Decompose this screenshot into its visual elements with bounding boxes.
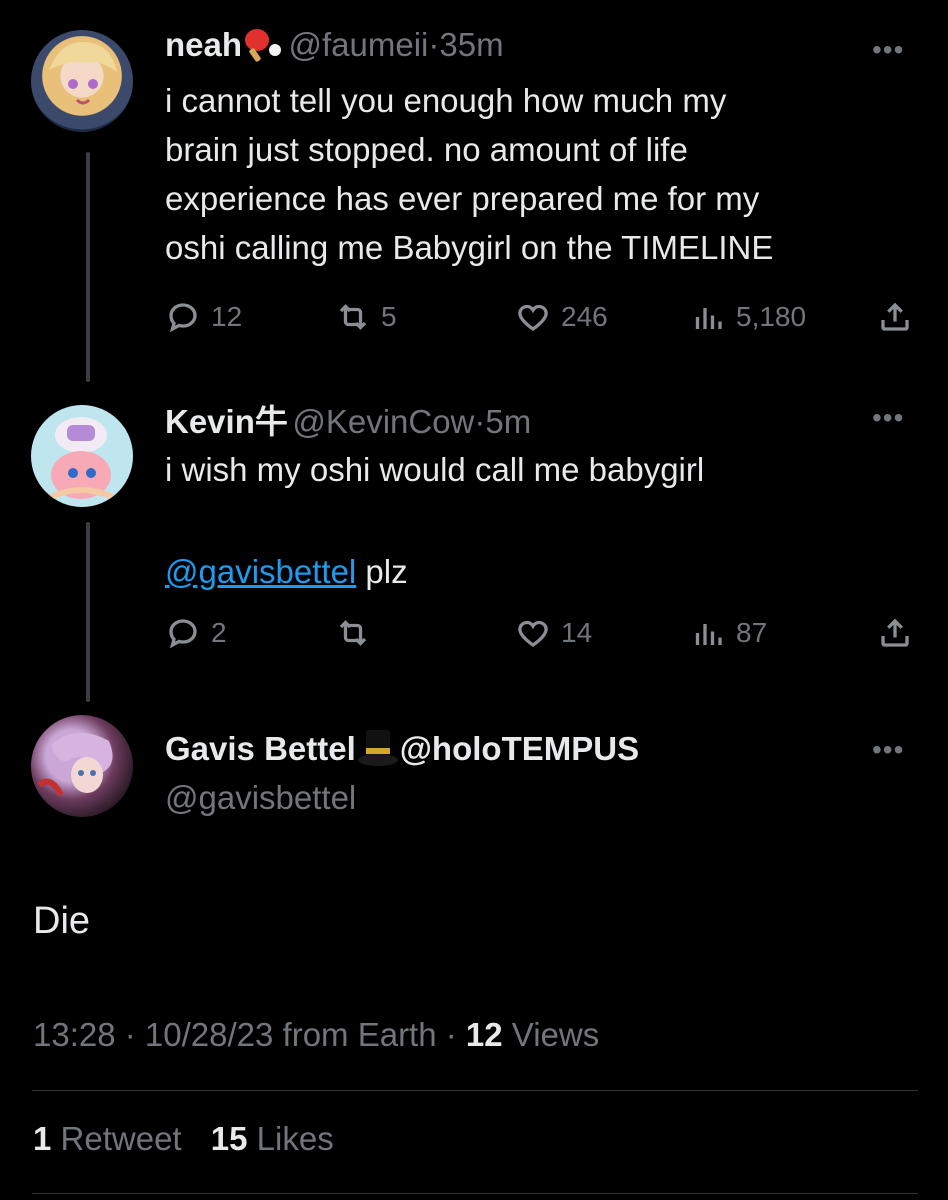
- timestamp[interactable]: 13:28 · 10/28/23 from Earth ·: [33, 1016, 466, 1053]
- tweet-meta: 13:28 · 10/28/23 from Earth · 12 Views: [33, 1016, 599, 1054]
- avatar[interactable]: [31, 405, 133, 507]
- likes-stat[interactable]: 15 Likes: [211, 1120, 334, 1157]
- thread-line-1: [86, 152, 90, 382]
- views-label: Views: [502, 1016, 600, 1053]
- reply-count: 2: [211, 617, 227, 648]
- more-icon[interactable]: •••: [872, 404, 904, 432]
- retweet-icon: [339, 620, 367, 646]
- share-button[interactable]: [877, 613, 913, 653]
- reply-count: 12: [211, 301, 243, 332]
- tweet-stats: 1 Retweet 15 Likes: [33, 1120, 334, 1158]
- share-icon: [881, 302, 909, 331]
- divider: [32, 1090, 918, 1091]
- retweet-button[interactable]: 5: [335, 297, 397, 337]
- mention-link[interactable]: @gavisbettel: [165, 553, 356, 590]
- reply-icon: [169, 619, 197, 649]
- retweet-icon: [339, 304, 367, 330]
- reply-button[interactable]: 12: [165, 297, 242, 337]
- tweet-2-header: Kevin牛 @KevinCow·5m: [165, 395, 531, 443]
- retweet-label: Retweet: [51, 1120, 182, 1157]
- main-tweet-text: Die: [33, 900, 91, 942]
- retweet-count: 1: [33, 1120, 52, 1157]
- like-count: 246: [561, 301, 608, 332]
- tweet-2-actions: 2 14 87: [165, 613, 925, 653]
- author-name[interactable]: Kevin牛: [165, 403, 288, 440]
- views-count: 87: [736, 617, 768, 648]
- more-icon[interactable]: •••: [872, 36, 904, 64]
- author-name[interactable]: Gavis Bettel: [165, 730, 356, 767]
- avatar[interactable]: [31, 30, 133, 132]
- author-name[interactable]: neah: [165, 26, 242, 63]
- retweet-button[interactable]: [335, 613, 381, 653]
- reply-icon: [169, 303, 197, 333]
- separator: ·: [428, 26, 440, 63]
- main-tweet-header: Gavis Bettel @holoTEMPUS: [165, 728, 639, 768]
- retweets-stat[interactable]: 1 Retweet: [33, 1120, 182, 1157]
- tweet-text-tail: plz: [356, 553, 408, 590]
- views-icon: [695, 624, 722, 645]
- like-button[interactable]: 14: [515, 613, 592, 653]
- views-count: 12: [465, 1016, 503, 1053]
- tweet-text-mention-line: @gavisbettel plz: [165, 547, 885, 596]
- timestamp[interactable]: 35m: [439, 26, 503, 63]
- author-handle[interactable]: @KevinCow: [292, 403, 474, 440]
- more-icon[interactable]: •••: [872, 736, 904, 764]
- heart-icon: [518, 304, 548, 331]
- views-button[interactable]: 5,180: [690, 297, 806, 337]
- tweet-1-actions: 12 5 246 5,180: [165, 297, 925, 337]
- author-handle[interactable]: @gavisbettel: [165, 779, 356, 817]
- separator: ·: [474, 403, 486, 440]
- views-icon: [695, 308, 722, 329]
- timestamp[interactable]: 5m: [485, 403, 531, 440]
- likes-count: 15: [210, 1120, 248, 1157]
- author-name-suffix[interactable]: @holoTEMPUS: [400, 730, 639, 767]
- top-hat-emoji-icon: [356, 728, 400, 768]
- tweet-1-header: neah @faumeii·35m: [165, 26, 504, 64]
- like-button[interactable]: 246: [515, 297, 608, 337]
- share-button[interactable]: [877, 297, 913, 337]
- likes-label: Likes: [247, 1120, 334, 1157]
- tweet-text: i wish my oshi would call me babygirl: [165, 451, 705, 488]
- like-count: 14: [561, 617, 593, 648]
- author-handle[interactable]: @faumeii: [288, 26, 428, 63]
- ping-pong-emoji-icon: [242, 26, 284, 62]
- tweet-text: i cannot tell you enough how much my bra…: [165, 82, 774, 266]
- divider: [32, 1193, 918, 1194]
- heart-icon: [518, 620, 548, 647]
- thread-line-2: [86, 522, 90, 702]
- views-button[interactable]: 87: [690, 613, 767, 653]
- share-icon: [881, 618, 909, 647]
- reply-button[interactable]: 2: [165, 613, 227, 653]
- retweet-count: 5: [381, 301, 397, 332]
- avatar[interactable]: [31, 715, 133, 817]
- views-count: 5,180: [736, 301, 807, 332]
